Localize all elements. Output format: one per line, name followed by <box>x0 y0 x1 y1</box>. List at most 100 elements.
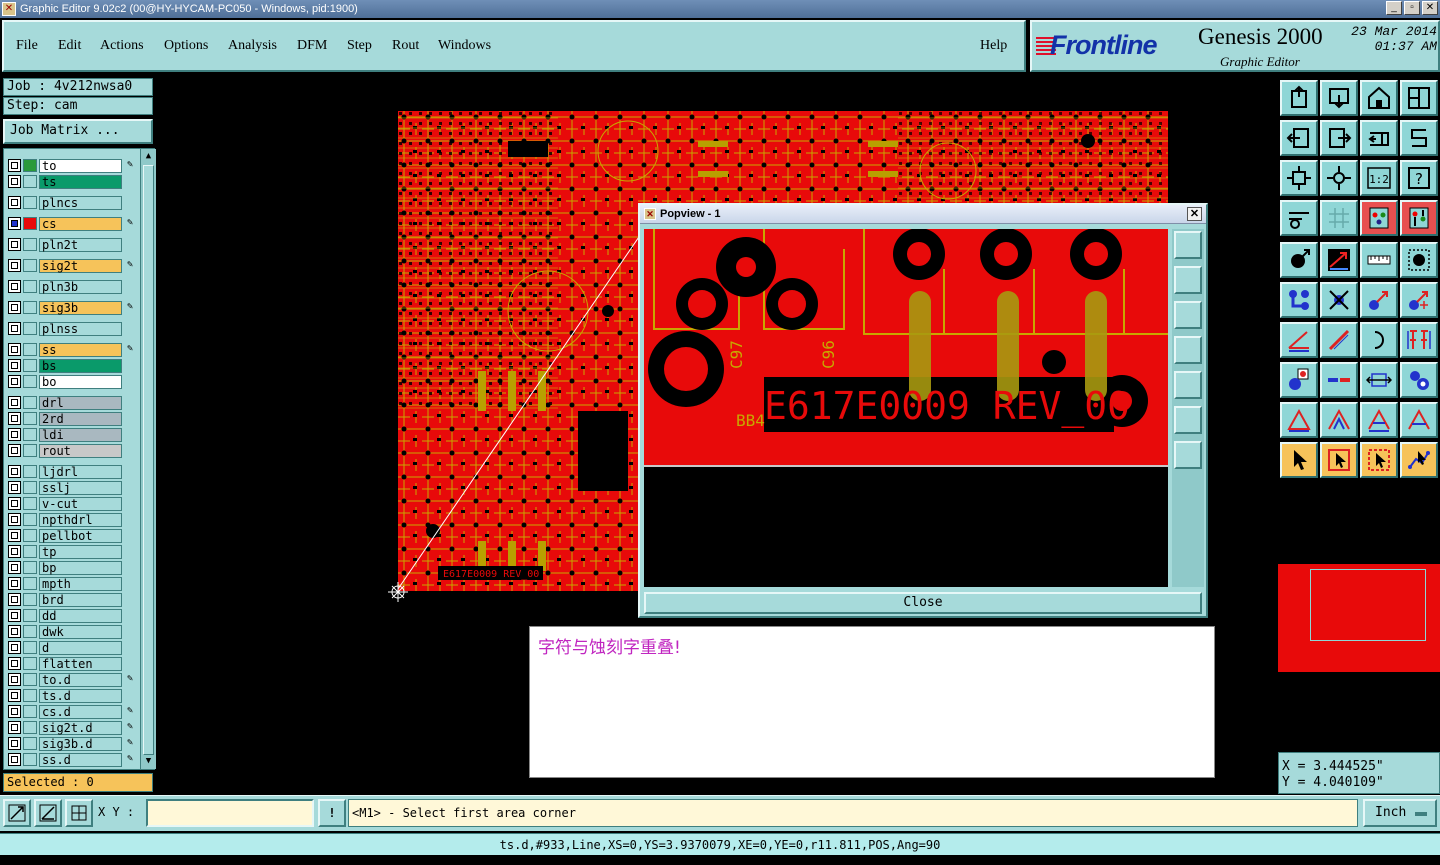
layer-checkbox[interactable] <box>8 465 21 478</box>
layer-checkbox[interactable] <box>8 412 21 425</box>
layer-name[interactable]: sig3b.d <box>39 736 122 751</box>
layer-name[interactable]: pln3b <box>39 279 122 294</box>
layer-color-swatch[interactable] <box>23 593 37 606</box>
layer-checkbox[interactable] <box>8 737 21 750</box>
layer-name[interactable]: cs <box>39 216 122 231</box>
layer-row[interactable]: tp <box>8 544 122 559</box>
layer-row[interactable]: brd <box>8 592 122 607</box>
layer-checkbox[interactable] <box>8 280 21 293</box>
layer-row[interactable]: sig2t.d ✎ <box>8 720 133 735</box>
snap-angle-icon[interactable] <box>34 799 62 827</box>
layer-color-swatch[interactable] <box>23 175 37 188</box>
layer-row[interactable]: drl <box>8 395 122 410</box>
layer-row[interactable]: d <box>8 640 122 655</box>
scroll-down-icon[interactable]: ▼ <box>143 755 154 767</box>
layer-checkbox[interactable] <box>8 625 21 638</box>
select-box-pointer-icon[interactable] <box>1320 442 1358 478</box>
measure-tools-icon[interactable] <box>1280 200 1318 236</box>
layer-row[interactable]: sig3b.d ✎ <box>8 736 133 751</box>
zoom-extents-icon[interactable] <box>1280 160 1318 196</box>
layer-row[interactable]: ss.d ✎ <box>8 752 133 767</box>
redraw-icon[interactable] <box>1400 120 1438 156</box>
layer-color-swatch[interactable] <box>23 625 37 638</box>
layer-color-swatch[interactable] <box>23 359 37 372</box>
resize-icon[interactable] <box>1360 362 1398 398</box>
layer-name[interactable]: ss <box>39 342 122 357</box>
alert-button[interactable]: ! <box>318 799 346 827</box>
layer-name[interactable]: pellbot <box>39 528 122 543</box>
layer-checkbox[interactable] <box>8 513 21 526</box>
layer-color-swatch[interactable] <box>23 322 37 335</box>
popview-pan-right-icon[interactable] <box>1174 371 1202 399</box>
layer-color-swatch[interactable] <box>23 577 37 590</box>
layer-row[interactable]: to ✎ <box>8 158 133 173</box>
menu-rout[interactable]: Rout <box>392 38 419 54</box>
layer-color-swatch[interactable] <box>23 465 37 478</box>
close-window-button[interactable]: ✕ <box>1422 1 1438 15</box>
layer-row[interactable]: pln3b <box>8 279 122 294</box>
layer-color-swatch[interactable] <box>23 444 37 457</box>
layer-color-swatch[interactable] <box>23 513 37 526</box>
layer-row[interactable]: ljdrl <box>8 464 122 479</box>
layer-checkbox[interactable] <box>8 217 21 230</box>
layer-row[interactable]: ldi <box>8 427 122 442</box>
layer-checkbox[interactable] <box>8 529 21 542</box>
popview-close-x-button[interactable]: ✕ <box>1187 207 1202 221</box>
layer-name[interactable]: ljdrl <box>39 464 122 479</box>
layer-color-swatch[interactable] <box>23 343 37 356</box>
pan-left-icon[interactable] <box>1280 120 1318 156</box>
connect-pads-icon[interactable] <box>1280 282 1318 318</box>
layer-name[interactable]: tp <box>39 544 122 559</box>
layer-color-swatch[interactable] <box>23 673 37 686</box>
layer-color-swatch[interactable] <box>23 705 37 718</box>
layer-name[interactable]: v-cut <box>39 496 122 511</box>
layer-color-swatch[interactable] <box>23 497 37 510</box>
layer-checkbox[interactable] <box>8 159 21 172</box>
layer-checkbox[interactable] <box>8 396 21 409</box>
layer-row[interactable]: npthdrl <box>8 512 122 527</box>
pad-group-icon[interactable] <box>1400 362 1438 398</box>
maximize-button[interactable]: ▫ <box>1404 1 1420 15</box>
layer-row[interactable]: cs.d ✎ <box>8 704 133 719</box>
center-icon[interactable] <box>1320 160 1358 196</box>
layer-color-swatch[interactable] <box>23 545 37 558</box>
popview-zoom-out-icon[interactable] <box>1174 406 1202 434</box>
select-pointer-icon[interactable] <box>1280 442 1318 478</box>
zoom-down-icon[interactable] <box>1320 80 1358 116</box>
swap-icon[interactable] <box>1360 120 1398 156</box>
unit-selector[interactable]: Inch <box>1363 799 1437 827</box>
layer-name[interactable]: flatten <box>39 656 122 671</box>
board-overview[interactable] <box>1278 487 1440 749</box>
layer-checkbox[interactable] <box>8 673 21 686</box>
popview-pan-left-icon[interactable] <box>1174 336 1202 364</box>
window-split-icon[interactable] <box>1400 80 1438 116</box>
add-pad-icon[interactable] <box>1280 362 1318 398</box>
layer-checkbox[interactable] <box>8 428 21 441</box>
layer-row[interactable]: pln2t <box>8 237 122 252</box>
layer-row[interactable]: mpth <box>8 576 122 591</box>
layer-color-swatch[interactable] <box>23 280 37 293</box>
draw-line-icon[interactable] <box>1320 322 1358 358</box>
layer-checkbox[interactable] <box>8 359 21 372</box>
layer-scrollbar[interactable]: ▲ ▼ <box>140 149 156 769</box>
layer-checkbox[interactable] <box>8 545 21 558</box>
snap-grid-icon[interactable] <box>65 799 93 827</box>
help-icon[interactable]: ? <box>1400 160 1438 196</box>
layer-name[interactable]: 2rd <box>39 411 122 426</box>
menu-step[interactable]: Step <box>347 38 372 54</box>
menu-options[interactable]: Options <box>164 38 208 54</box>
layer-name[interactable]: pln2t <box>39 237 122 252</box>
layer-name[interactable]: plnss <box>39 321 122 336</box>
copy-pad-icon[interactable] <box>1400 282 1438 318</box>
layer-checkbox[interactable] <box>8 657 21 670</box>
layer-checkbox[interactable] <box>8 375 21 388</box>
layer-row[interactable]: plnss <box>8 321 122 336</box>
arc-icon[interactable] <box>1360 322 1398 358</box>
scale-one-to-two-icon[interactable]: 1:2 <box>1360 160 1398 196</box>
layer-checkbox[interactable] <box>8 641 21 654</box>
layer-row[interactable]: bp <box>8 560 122 575</box>
layer-name[interactable]: npthdrl <box>39 512 122 527</box>
pad-outline-icon[interactable] <box>1400 242 1438 278</box>
move-pad-icon[interactable] <box>1360 282 1398 318</box>
layer-checkbox[interactable] <box>8 593 21 606</box>
